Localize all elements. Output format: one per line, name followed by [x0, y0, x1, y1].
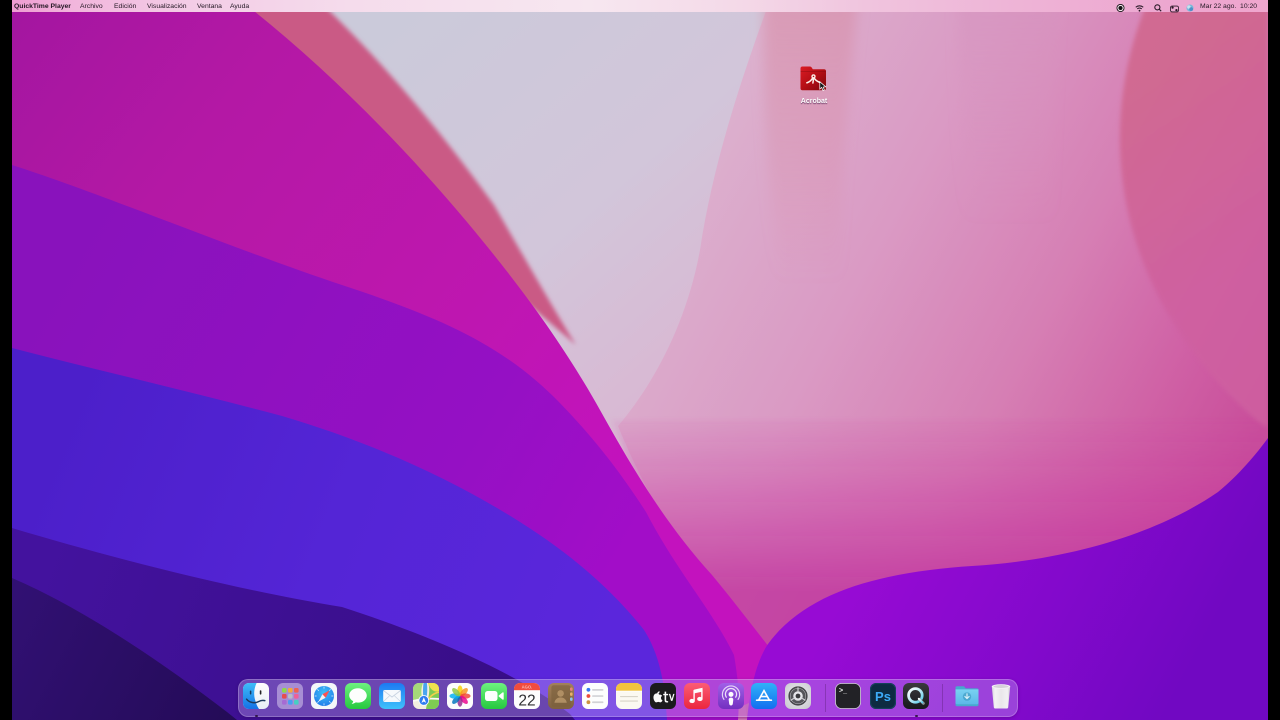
svg-text:Ps: Ps [875, 689, 891, 704]
svg-text:22: 22 [519, 693, 536, 709]
svg-text:AGO.: AGO. [522, 685, 533, 690]
svg-text:>_: >_ [839, 688, 847, 695]
